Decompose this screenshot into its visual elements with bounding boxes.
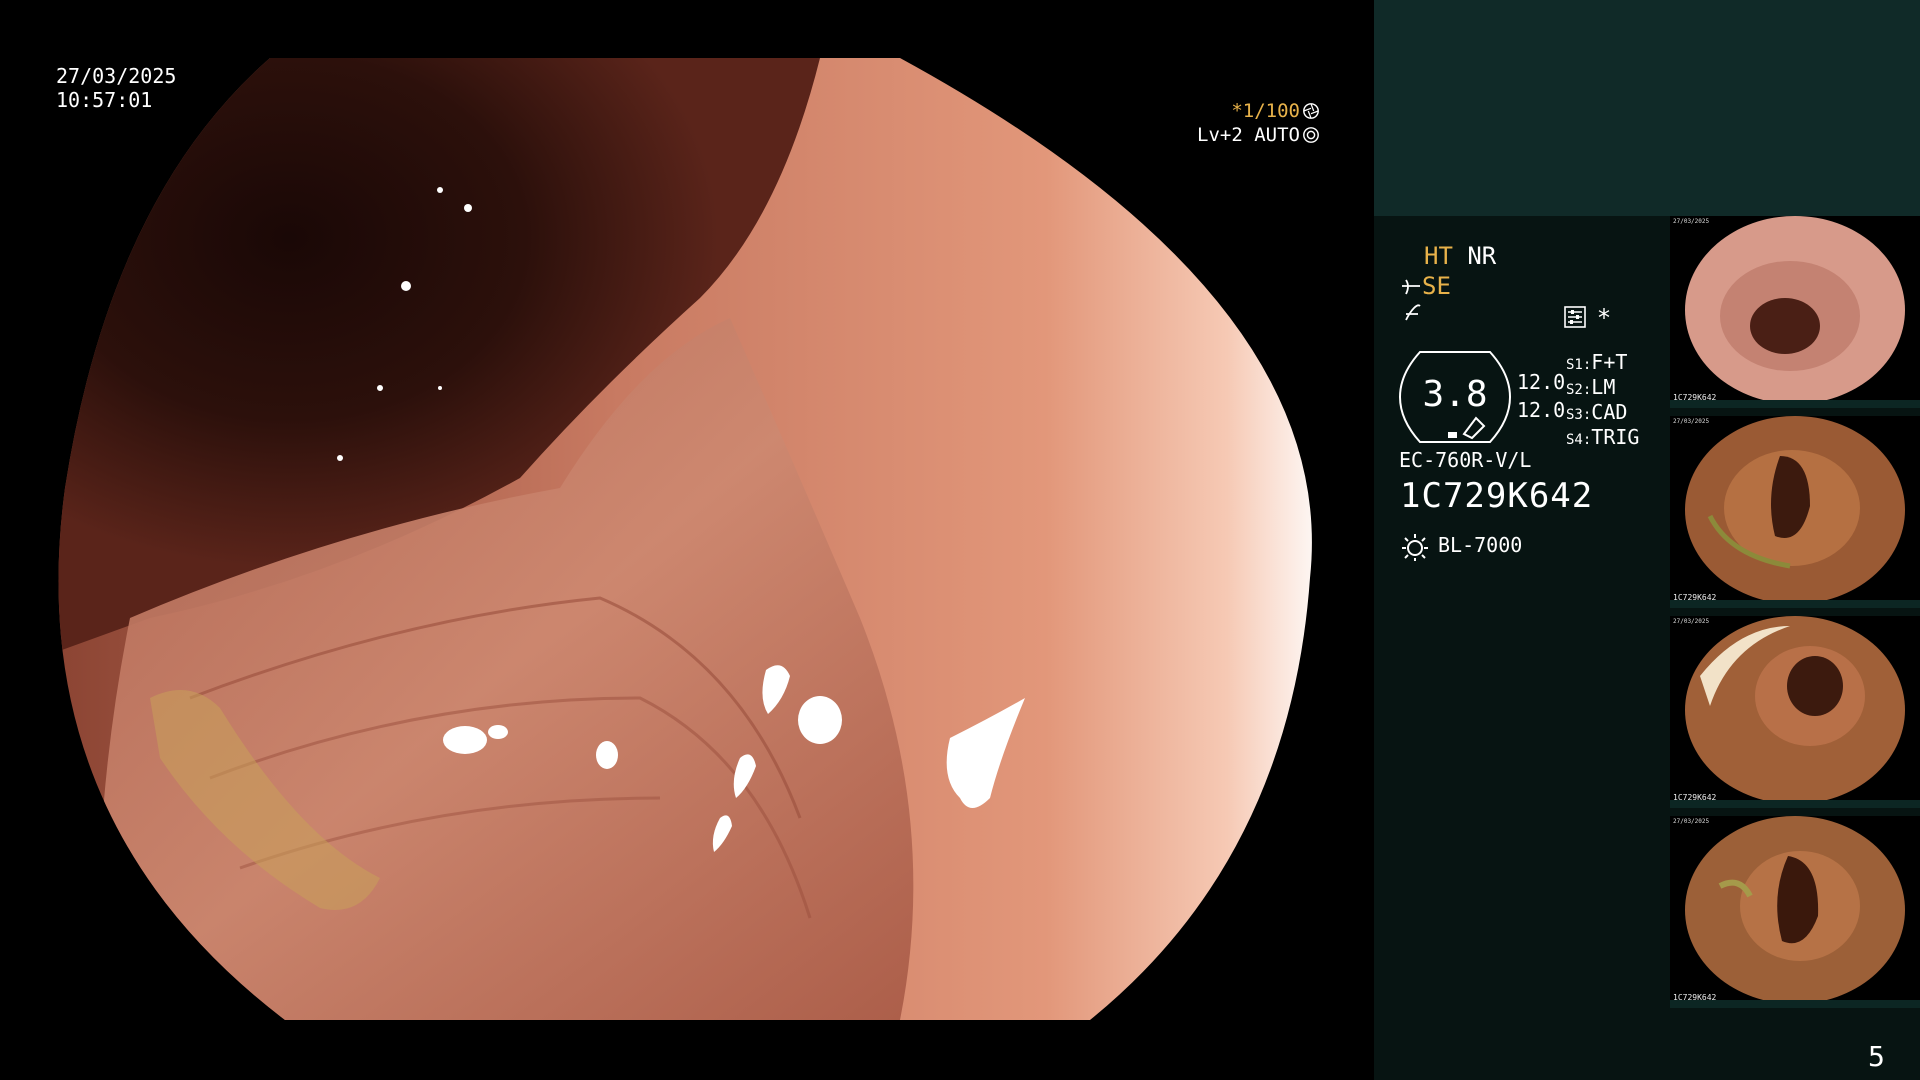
exposure-readout: *1/100 Lv+2 AUTO: [1197, 99, 1320, 147]
page-number: 5: [1868, 1040, 1885, 1073]
switch-s2: S2:LM: [1566, 375, 1616, 399]
switch-value: F+T: [1591, 350, 1628, 374]
level-value-1: 12.0: [1517, 370, 1566, 394]
auto-iris-icon: [1303, 127, 1319, 143]
switch-value: TRIG: [1591, 425, 1640, 449]
thumbnail-date: 27/03/2025: [1673, 618, 1710, 625]
mode-nr: NR: [1467, 242, 1497, 270]
light-source-icon: [1402, 534, 1428, 561]
switch-key: S4: [1566, 432, 1583, 448]
thumbnail-footer: [1670, 1000, 1920, 1008]
dial-value: 3.8: [1422, 374, 1488, 415]
switch-value: LM: [1591, 375, 1616, 399]
endoscopic-image: [40, 58, 1330, 1020]
mode-se: SE: [1422, 272, 1451, 300]
thumbnail-image: [1685, 616, 1905, 804]
thumbnail-date: 27/03/2025: [1673, 418, 1710, 425]
switch-key: S1: [1566, 357, 1583, 373]
scope-serial: 1C729K642: [1400, 476, 1594, 516]
thumbnail-date: 27/03/2025: [1673, 818, 1710, 825]
structure-icon: [1405, 304, 1421, 321]
switch-s3: S3:CAD: [1566, 400, 1628, 424]
thumbnail-2[interactable]: 27/03/2025 1C729K642: [1670, 416, 1920, 608]
switch-s4: S4:TRIG: [1566, 425, 1640, 449]
datetime-display: 27/03/2025 10:57:01: [56, 64, 176, 112]
mode-ht: HT: [1424, 242, 1453, 270]
thumbnail-1[interactable]: 27/03/2025 1C729K642: [1670, 216, 1920, 408]
level-mode: Lv+2 AUTO: [1197, 124, 1300, 146]
thumbnail-3[interactable]: 27/03/2025 1C729K642: [1670, 616, 1920, 808]
mode-se-line: SE: [1400, 272, 1451, 300]
thumbnail-footer: [1670, 600, 1920, 608]
thumbnail-4[interactable]: 27/03/2025 1C729K642: [1670, 816, 1920, 1008]
switch-s1: S1:F+T: [1566, 350, 1628, 374]
switch-key: S2: [1566, 382, 1583, 398]
thumbnail-footer: [1670, 400, 1920, 408]
lamp-model: BL-7000: [1438, 533, 1523, 557]
star-indicator: *: [1598, 304, 1610, 332]
thumbnail-image: [1685, 416, 1905, 604]
mode-ht-nr: HT NR: [1424, 242, 1496, 270]
thumbnail-image: [1685, 816, 1905, 1004]
switch-value: CAD: [1591, 400, 1628, 424]
time-text: 10:57:01: [56, 88, 153, 112]
thumbnail-footer: [1670, 800, 1920, 808]
thumbnail-date: 27/03/2025: [1673, 218, 1710, 225]
aperture-icon: [1303, 103, 1319, 119]
date-text: 27/03/2025: [56, 64, 177, 88]
top-info-panel: [1374, 0, 1920, 216]
settings-icon: [1564, 306, 1586, 328]
structure-mode: [1402, 302, 1424, 330]
thumbnail-image: [1685, 216, 1905, 404]
scope-model: EC-760R-V/L: [1399, 448, 1532, 472]
shutter-speed: *1/100: [1231, 100, 1300, 122]
level-value-2: 12.0: [1517, 398, 1566, 422]
level-line: Lv+2 AUTO: [1197, 123, 1320, 147]
enhancement-icon: [1402, 279, 1420, 295]
shutter-line: *1/100: [1197, 99, 1320, 123]
switch-key: S3: [1566, 407, 1583, 423]
